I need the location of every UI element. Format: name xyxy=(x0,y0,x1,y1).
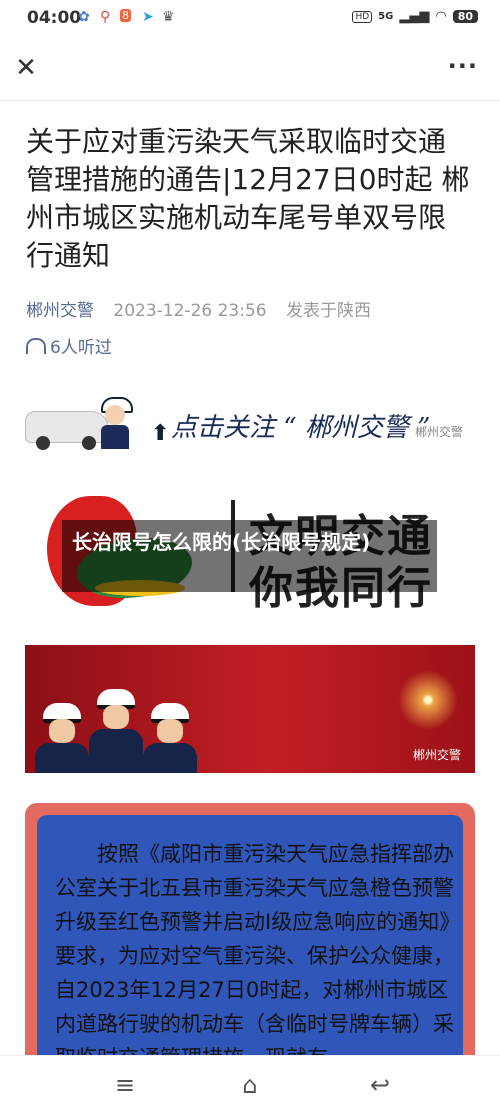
menu-icon[interactable]: ≡ xyxy=(110,1070,140,1100)
firework-image xyxy=(393,665,463,735)
network-label: 5G xyxy=(378,11,394,22)
publish-location: 发表于陕西 xyxy=(286,301,372,321)
battery-badge: 80 xyxy=(452,10,478,23)
close-icon[interactable]: ✕ xyxy=(12,54,40,82)
overlay-title: 长治限号怎么限的(长治限号规定) xyxy=(72,530,371,554)
crown-icon: ♛ xyxy=(162,9,175,25)
back-icon[interactable]: ↩ xyxy=(365,1070,395,1100)
police-banner: 郴州交警 xyxy=(25,645,475,773)
publish-date: 2023-12-26 23:56 xyxy=(113,301,267,321)
top-bar: ✕ ··· xyxy=(0,40,500,101)
police-cartoon-image xyxy=(97,395,133,449)
article-meta: 郴州交警 2023-12-26 23:56 发表于陕西 xyxy=(26,296,371,321)
article-title: 关于应对重污染天气采取临时交通管理措施的通告|12月27日0时起 郴州市城区实施… xyxy=(26,125,470,272)
listen-count[interactable]: 6人听过 xyxy=(26,333,112,358)
home-icon[interactable]: ⌂ xyxy=(235,1070,265,1100)
notice-panel: 按照《咸阳市重污染天气应急指挥部办公室关于北五县市重污染天气应急橙色预警升级至红… xyxy=(37,815,463,1063)
officer-image xyxy=(143,703,197,773)
notification-icon: ✿ xyxy=(78,9,90,25)
notice-text: 按照《咸阳市重污染天气应急指挥部办公室关于北五县市重污染天气应急橙色预警升级至红… xyxy=(55,842,461,1063)
status-right: HD 5G ▂▄▆ ◠ 80 xyxy=(352,9,478,24)
app-icon: 8 xyxy=(120,9,131,22)
author-link[interactable]: 郴州交警 xyxy=(26,301,94,321)
headphones-icon xyxy=(26,338,46,354)
status-time: 04:00 xyxy=(27,8,82,28)
status-bar: 04:00 ✿ ⚲ 8 ➤ ♛ HD 5G ▂▄▆ ◠ 80 xyxy=(0,0,500,40)
location-icon: ⚲ xyxy=(100,9,111,25)
officer-image xyxy=(35,703,89,773)
more-icon[interactable]: ··· xyxy=(448,52,478,80)
follow-text: 点击关注 “ 郴州交警 ” xyxy=(171,413,431,443)
title-overlay: 长治限号怎么限的(长治限号规定) xyxy=(62,520,437,592)
arrow-up-icon: ⬆ xyxy=(151,421,170,446)
follow-banner[interactable]: ⬆ 点击关注 “ 郴州交警 ” 郴州交警 xyxy=(25,393,475,455)
signal-icon: ▂▄▆ xyxy=(399,9,430,24)
system-nav-bar: ≡ ⌂ ↩ xyxy=(0,1055,500,1115)
watermark: 郴州交警 xyxy=(412,748,461,762)
officer-image xyxy=(89,689,143,773)
telegram-icon: ➤ xyxy=(142,9,154,25)
watermark: 郴州交警 xyxy=(414,425,463,439)
notice-image: 按照《咸阳市重污染天气应急指挥部办公室关于北五县市重污染天气应急橙色预警升级至红… xyxy=(25,803,475,1063)
hd-icon: HD xyxy=(352,10,373,23)
listen-label: 6人听过 xyxy=(50,338,112,358)
wifi-icon: ◠ xyxy=(435,9,447,24)
